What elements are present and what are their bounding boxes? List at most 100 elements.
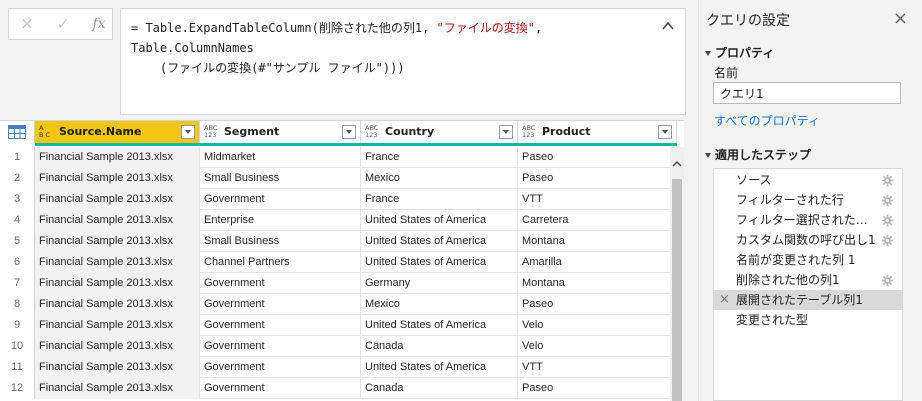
- row-number[interactable]: 2: [0, 168, 35, 189]
- row-number[interactable]: 8: [0, 294, 35, 315]
- table-row[interactable]: 11 Financial Sample 2013.xlsx Government Un…: [0, 357, 677, 378]
- table-cell[interactable]: United States of America: [361, 210, 518, 231]
- close-icon[interactable]: ×: [893, 10, 908, 28]
- table-cell[interactable]: Small Business: [200, 168, 361, 189]
- row-number[interactable]: 3: [0, 189, 35, 210]
- gear-icon[interactable]: [881, 233, 894, 247]
- commit-formula-icon[interactable]: ✓: [53, 14, 73, 34]
- table-cell[interactable]: Velo: [518, 315, 677, 336]
- table-row[interactable]: 9 Financial Sample 2013.xlsx Government Uni…: [0, 315, 677, 336]
- data-type-icon[interactable]: ABC 123: [204, 125, 220, 139]
- scrollbar-thumb[interactable]: [672, 179, 682, 401]
- table-cell[interactable]: Financial Sample 2013.xlsx: [35, 357, 200, 378]
- row-number[interactable]: 12: [0, 378, 35, 399]
- table-row[interactable]: 1 Financial Sample 2013.xlsx Midmarket Fran…: [0, 147, 677, 168]
- table-cell[interactable]: Canada: [361, 378, 518, 399]
- filter-dropdown-icon[interactable]: [181, 125, 195, 139]
- filter-dropdown-icon[interactable]: [658, 125, 672, 139]
- table-cell[interactable]: Carretera: [518, 210, 677, 231]
- table-cell[interactable]: Financial Sample 2013.xlsx: [35, 189, 200, 210]
- table-cell[interactable]: Midmarket: [200, 147, 361, 168]
- table-cell[interactable]: Paseo: [518, 168, 677, 189]
- cancel-formula-icon[interactable]: ×: [17, 14, 37, 34]
- data-type-icon[interactable]: ABC 123: [522, 125, 538, 139]
- table-cell[interactable]: Financial Sample 2013.xlsx: [35, 273, 200, 294]
- table-row[interactable]: 6 Financial Sample 2013.xlsx Channel Partn…: [0, 252, 677, 273]
- table-cell[interactable]: Financial Sample 2013.xlsx: [35, 168, 200, 189]
- gear-icon[interactable]: [881, 273, 894, 287]
- table-cell[interactable]: Channel Partners: [200, 252, 361, 273]
- applied-step-item[interactable]: カスタム関数の呼び出し1: [714, 230, 902, 250]
- row-number[interactable]: 1: [0, 147, 35, 168]
- table-cell[interactable]: Government: [200, 378, 361, 399]
- row-number[interactable]: 6: [0, 252, 35, 273]
- vertical-scrollbar[interactable]: [670, 147, 684, 401]
- table-cell[interactable]: Paseo: [518, 147, 677, 168]
- applied-step-item[interactable]: 削除された他の列1: [714, 270, 902, 290]
- table-cell[interactable]: Paseo: [518, 378, 677, 399]
- applied-step-item[interactable]: ソース: [714, 170, 902, 190]
- table-cell[interactable]: United States of America: [361, 357, 518, 378]
- table-cell[interactable]: France: [361, 147, 518, 168]
- table-menu-cell[interactable]: [0, 121, 35, 143]
- table-row[interactable]: 7 Financial Sample 2013.xlsx Government Ger…: [0, 273, 677, 294]
- all-properties-link[interactable]: すべてのプロパティ: [714, 112, 820, 129]
- table-cell[interactable]: Financial Sample 2013.xlsx: [35, 315, 200, 336]
- gear-icon[interactable]: [881, 213, 894, 227]
- gear-icon[interactable]: [881, 193, 894, 207]
- query-name-input[interactable]: [713, 82, 901, 104]
- table-cell[interactable]: Amarilla: [518, 252, 677, 273]
- applied-step-item[interactable]: × 展開されたテーブル列1: [714, 290, 902, 310]
- table-cell[interactable]: Financial Sample 2013.xlsx: [35, 252, 200, 273]
- table-cell[interactable]: Velo: [518, 336, 677, 357]
- table-cell[interactable]: Montana: [518, 231, 677, 252]
- table-cell[interactable]: Financial Sample 2013.xlsx: [35, 231, 200, 252]
- table-cell[interactable]: Government: [200, 357, 361, 378]
- column-header-source-name[interactable]: AB C Source.Name: [35, 121, 200, 143]
- column-header-product[interactable]: ABC 123 Product: [518, 121, 677, 143]
- table-cell[interactable]: France: [361, 189, 518, 210]
- table-cell[interactable]: Government: [200, 189, 361, 210]
- gear-icon[interactable]: [881, 173, 894, 187]
- table-row[interactable]: 8 Financial Sample 2013.xlsx Government Mex…: [0, 294, 677, 315]
- applied-step-item[interactable]: 名前が変更された列 1: [714, 250, 902, 270]
- applied-step-item[interactable]: フィルターされた行: [714, 190, 902, 210]
- row-number[interactable]: 5: [0, 231, 35, 252]
- data-type-icon[interactable]: AB C: [39, 125, 55, 139]
- table-cell[interactable]: Financial Sample 2013.xlsx: [35, 378, 200, 399]
- table-cell[interactable]: VTT: [518, 189, 677, 210]
- table-cell[interactable]: Financial Sample 2013.xlsx: [35, 147, 200, 168]
- table-cell[interactable]: VTT: [518, 357, 677, 378]
- table-row[interactable]: 12 Financial Sample 2013.xlsx Government Ca…: [0, 378, 677, 399]
- table-cell[interactable]: Mexico: [361, 168, 518, 189]
- table-row[interactable]: 2 Financial Sample 2013.xlsx Small Busines…: [0, 168, 677, 189]
- scroll-up-icon[interactable]: [672, 159, 682, 169]
- row-number[interactable]: 11: [0, 357, 35, 378]
- table-cell[interactable]: Germany: [361, 273, 518, 294]
- table-cell[interactable]: Small Business: [200, 231, 361, 252]
- table-cell[interactable]: United States of America: [361, 315, 518, 336]
- table-cell[interactable]: Financial Sample 2013.xlsx: [35, 336, 200, 357]
- row-number[interactable]: 7: [0, 273, 35, 294]
- table-row[interactable]: 10 Financial Sample 2013.xlsx Government Ca…: [0, 336, 677, 357]
- delete-step-icon[interactable]: ×: [719, 290, 730, 310]
- table-cell[interactable]: United States of America: [361, 252, 518, 273]
- table-cell[interactable]: Mexico: [361, 294, 518, 315]
- filter-dropdown-icon[interactable]: [499, 125, 513, 139]
- column-header-country[interactable]: ABC 123 Country: [361, 121, 518, 143]
- table-cell[interactable]: Financial Sample 2013.xlsx: [35, 294, 200, 315]
- table-cell[interactable]: United States of America: [361, 231, 518, 252]
- table-cell[interactable]: Government: [200, 273, 361, 294]
- applied-step-item[interactable]: フィルター選択された…: [714, 210, 902, 230]
- filter-dropdown-icon[interactable]: [342, 125, 356, 139]
- table-cell[interactable]: Government: [200, 294, 361, 315]
- properties-section-heading[interactable]: プロパティ: [705, 44, 774, 61]
- chevron-up-icon[interactable]: [661, 19, 675, 33]
- table-row[interactable]: 5 Financial Sample 2013.xlsx Small Busines…: [0, 231, 677, 252]
- table-cell[interactable]: Enterprise: [200, 210, 361, 231]
- table-cell[interactable]: Financial Sample 2013.xlsx: [35, 210, 200, 231]
- applied-step-item[interactable]: 変更された型: [714, 310, 902, 330]
- table-cell[interactable]: Government: [200, 315, 361, 336]
- table-cell[interactable]: Canada: [361, 336, 518, 357]
- column-header-segment[interactable]: ABC 123 Segment: [200, 121, 361, 143]
